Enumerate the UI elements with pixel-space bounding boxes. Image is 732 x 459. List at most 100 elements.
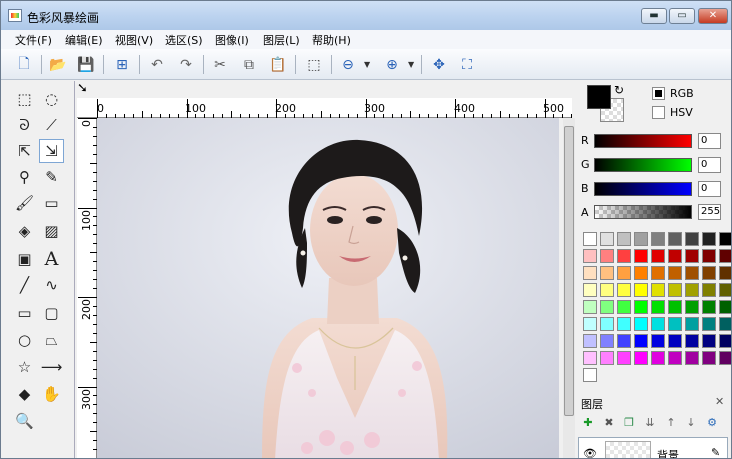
deselect-button[interactable]: ⬚ (303, 54, 325, 75)
move-pixels-tool[interactable]: ⇲ (39, 139, 64, 163)
menu-layer[interactable]: 图层(L) (263, 32, 300, 48)
rgb-radio[interactable] (652, 87, 665, 100)
palette-swatch[interactable] (634, 232, 648, 246)
arrow-line-tool[interactable]: ⟶ (39, 355, 64, 379)
undo-button[interactable]: ↶ (146, 54, 168, 75)
maximize-button[interactable]: ▭ (669, 8, 695, 24)
palette-swatch[interactable] (685, 266, 699, 280)
palette-swatch[interactable] (719, 317, 731, 331)
duplicate-layer-icon[interactable]: ❐ (623, 417, 635, 429)
palette-swatch[interactable] (719, 300, 731, 314)
red-value-field[interactable]: 0 (698, 133, 721, 149)
palette-swatch[interactable] (668, 249, 682, 263)
palette-swatch[interactable] (634, 266, 648, 280)
palette-swatch[interactable] (651, 249, 665, 263)
scrollbar-thumb[interactable] (564, 126, 574, 416)
rect-select-tool[interactable]: ⬚ (12, 87, 37, 111)
fit-window-button[interactable]: ✥ (428, 54, 450, 75)
save-button[interactable]: 💾 (75, 54, 97, 75)
palette-swatch[interactable] (634, 249, 648, 263)
palette-swatch[interactable] (668, 232, 682, 246)
curve-tool[interactable]: ∿ (39, 273, 64, 297)
layer-properties-icon[interactable]: ⚙ (706, 417, 718, 429)
palette-swatch[interactable] (583, 351, 597, 365)
text-tool[interactable]: A (39, 247, 64, 271)
palette-swatch[interactable] (651, 266, 665, 280)
palette-swatch[interactable] (668, 334, 682, 348)
palette-swatch[interactable] (617, 300, 631, 314)
add-layer-icon[interactable]: ✚ (582, 417, 594, 429)
image-tool[interactable]: ▣ (12, 247, 37, 271)
palette-swatch[interactable] (617, 351, 631, 365)
palette-swatch[interactable] (668, 283, 682, 297)
palette-swatch[interactable] (702, 334, 716, 348)
palette-swatch[interactable] (634, 300, 648, 314)
palette-swatch[interactable] (719, 232, 731, 246)
hsv-radio[interactable] (652, 106, 665, 119)
layer-item[interactable]: 👁 背景 ✎ (578, 437, 728, 458)
paste-button[interactable]: 📋 (267, 54, 289, 75)
palette-swatch[interactable] (685, 317, 699, 331)
palette-swatch[interactable] (651, 232, 665, 246)
new-file-button[interactable]: 🗋 (13, 54, 35, 75)
green-value-field[interactable]: 0 (698, 157, 721, 173)
palette-swatch[interactable] (583, 266, 597, 280)
palette-swatch[interactable] (719, 249, 731, 263)
ellipse-select-tool[interactable]: ◌ (39, 87, 64, 111)
red-slider[interactable] (594, 134, 692, 148)
palette-swatch[interactable] (702, 232, 716, 246)
palette-swatch[interactable] (685, 300, 699, 314)
alpha-value-field[interactable]: 255 (698, 204, 721, 220)
palette-swatch[interactable] (719, 351, 731, 365)
chevron-down-icon[interactable]: ▼ (364, 60, 370, 69)
open-button[interactable]: 📂 (47, 54, 69, 75)
palette-swatch[interactable] (668, 300, 682, 314)
menu-file[interactable]: 文件(F) (15, 32, 52, 48)
close-panel-icon[interactable]: ✕ (715, 395, 724, 408)
palette-swatch[interactable] (668, 351, 682, 365)
polygon-tool[interactable]: ⏢ (39, 328, 64, 352)
menu-select[interactable]: 选区(S) (165, 32, 203, 48)
palette-swatch[interactable] (600, 249, 614, 263)
menu-view[interactable]: 视图(V) (115, 32, 153, 48)
eye-icon[interactable]: 👁 (583, 447, 597, 458)
palette-swatch[interactable] (702, 317, 716, 331)
palette-swatch[interactable] (651, 300, 665, 314)
palette-swatch[interactable] (651, 283, 665, 297)
color-picker-tool[interactable]: ⚲ (12, 165, 37, 189)
palette-swatch[interactable] (719, 283, 731, 297)
palette-swatch[interactable] (600, 334, 614, 348)
palette-swatch[interactable] (634, 351, 648, 365)
star-tool[interactable]: ☆ (12, 355, 37, 379)
palette-swatch[interactable] (702, 351, 716, 365)
palette-swatch[interactable] (617, 232, 631, 246)
palette-swatch[interactable] (702, 266, 716, 280)
palette-swatch[interactable] (583, 300, 597, 314)
drawing-canvas[interactable] (97, 118, 559, 458)
merge-layer-icon[interactable]: ⇊ (644, 417, 656, 429)
palette-swatch[interactable] (668, 317, 682, 331)
palette-swatch[interactable] (583, 317, 597, 331)
zoom-out-button[interactable]: ⊖ (337, 54, 359, 75)
pencil-tool[interactable]: ✎ (39, 165, 64, 189)
alpha-slider[interactable] (594, 205, 692, 219)
redo-button[interactable]: ↷ (175, 54, 197, 75)
palette-swatch[interactable] (600, 300, 614, 314)
delete-layer-icon[interactable]: ✖ (603, 417, 615, 429)
menu-edit[interactable]: 编辑(E) (65, 32, 103, 48)
magic-wand-tool[interactable]: ⟋ (39, 113, 64, 137)
resize-button[interactable]: ⊞ (111, 54, 133, 75)
vertical-scrollbar[interactable] (563, 118, 575, 458)
menu-help[interactable]: 帮助(H) (312, 32, 351, 48)
palette-swatch[interactable] (600, 266, 614, 280)
palette-swatch[interactable] (702, 249, 716, 263)
palette-swatch[interactable] (702, 283, 716, 297)
blue-slider[interactable] (594, 182, 692, 196)
palette-swatch[interactable] (617, 266, 631, 280)
diamond-tool[interactable]: ◆ (12, 382, 37, 406)
move-up-icon[interactable]: ↑ (665, 417, 677, 429)
rounded-rect-tool[interactable]: ▢ (39, 301, 64, 325)
pencil-icon[interactable]: ✎ (711, 446, 720, 458)
palette-swatch[interactable] (600, 351, 614, 365)
brush-tool[interactable]: 🖌 (12, 191, 37, 215)
